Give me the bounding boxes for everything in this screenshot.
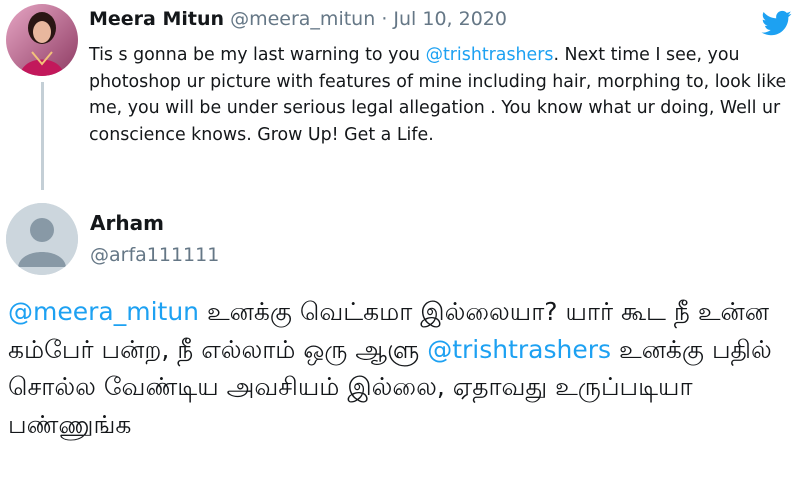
tweet-date[interactable]: Jul 10, 2020 <box>393 8 507 30</box>
separator-dot: · <box>381 8 388 30</box>
tweet-text-part: Tis s gonna be my last warning to you <box>89 45 426 65</box>
tweet-meera[interactable]: Meera Mitun @meera_mitun · Jul 10, 2020 … <box>0 0 800 195</box>
mention-link[interactable]: @meera_mitun <box>8 297 199 326</box>
twitter-bird-icon[interactable] <box>760 8 794 38</box>
tweet-header: Meera Mitun @meera_mitun · Jul 10, 2020 <box>89 8 507 30</box>
tweet-text: Tis s gonna be my last warning to you @t… <box>89 42 789 148</box>
thread-connector-line <box>41 82 44 190</box>
mention-link[interactable]: @trishtrashers <box>426 45 554 65</box>
tweet-arham[interactable]: Arham @arfa111111 @meera_mitun உனக்கு வெ… <box>0 195 800 491</box>
author-name[interactable]: Meera Mitun <box>89 8 224 30</box>
tweet-text: @meera_mitun உனக்கு வெட்கமா இல்லையா? யார… <box>8 293 798 443</box>
author-handle[interactable]: @arfa111111 <box>90 244 219 266</box>
avatar-photo <box>6 4 78 76</box>
author-handle[interactable]: @meera_mitun <box>230 8 375 30</box>
default-avatar-icon <box>6 203 78 275</box>
mention-link[interactable]: @trishtrashers <box>427 335 611 364</box>
author-name[interactable]: Arham <box>90 211 164 235</box>
author-avatar[interactable] <box>6 4 78 76</box>
author-avatar[interactable] <box>6 203 78 275</box>
